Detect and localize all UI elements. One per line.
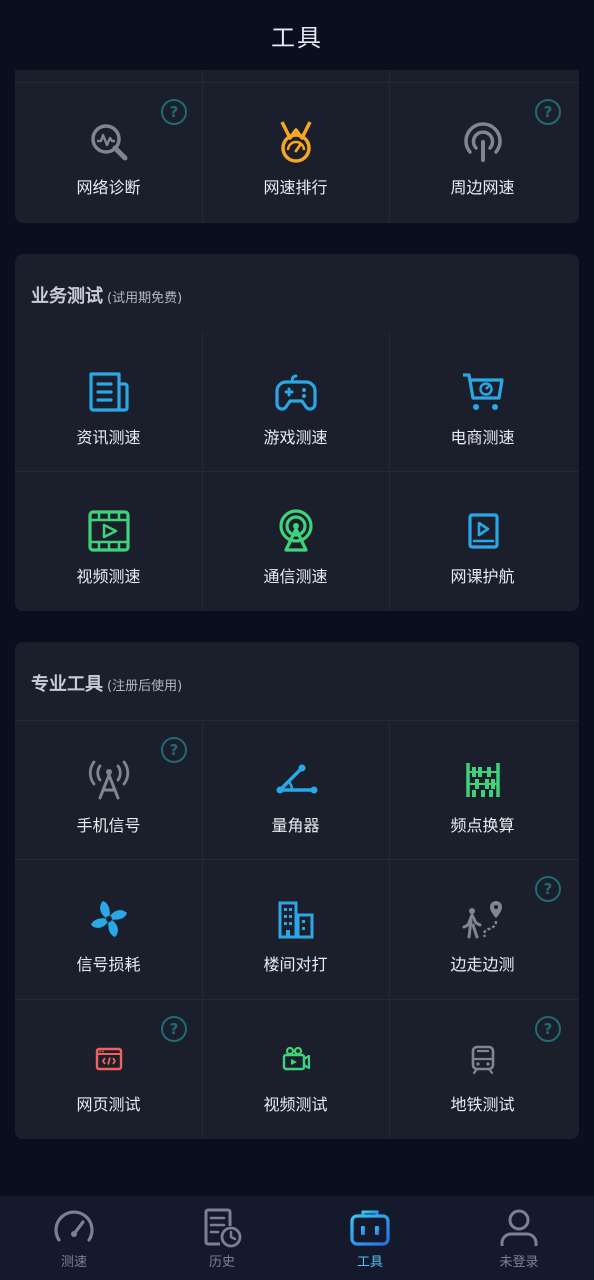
page-title: 工具 <box>271 24 323 52</box>
video-camera-icon <box>274 1037 318 1081</box>
tool-label: 视频测速 <box>76 567 141 586</box>
buildings-icon <box>274 897 318 941</box>
tool-phone-signal[interactable]: ? 手机信号 <box>15 720 202 859</box>
user-icon <box>497 1206 541 1250</box>
walking-route-icon <box>461 897 505 941</box>
tool-label: 网速排行 <box>263 178 328 197</box>
tab-label: 未登录 <box>499 1255 539 1270</box>
tool-protractor[interactable]: 量角器 <box>202 720 389 859</box>
tab-tools[interactable]: 工具 <box>296 1196 444 1280</box>
tab-label: 工具 <box>356 1255 383 1270</box>
tool-label: 边走边测 <box>450 955 515 974</box>
tool-label: 频点换算 <box>450 816 515 835</box>
help-icon[interactable]: ? <box>161 737 187 763</box>
help-icon[interactable]: ? <box>535 876 561 902</box>
tool-walk-test[interactable]: ? 边走边测 <box>389 859 576 998</box>
tool-label: 手机信号 <box>76 816 141 835</box>
abacus-icon <box>461 758 505 802</box>
network-diagnosis-icon <box>87 120 131 164</box>
tool-video-speed[interactable]: 视频测速 <box>15 471 202 610</box>
speed-medal-icon <box>274 120 318 164</box>
tool-signal-loss[interactable]: 信号损耗 <box>15 859 202 998</box>
tab-profile[interactable]: 未登录 <box>444 1196 594 1280</box>
section-subtitle: (注册后使用) <box>107 679 183 694</box>
tool-building-test[interactable]: 楼间对打 <box>202 859 389 998</box>
pro-tools-card: 专业工具 (注册后使用) ? 手机信号 量角器 频点换算 信号损耗 楼间对打 ?… <box>15 642 579 1139</box>
tool-news-speed[interactable]: 资讯测速 <box>15 332 202 471</box>
help-icon[interactable]: ? <box>161 99 187 125</box>
shopping-cart-icon <box>461 370 505 414</box>
tool-label: 量角器 <box>271 816 320 835</box>
tool-label: 电商测速 <box>450 428 515 447</box>
help-icon[interactable]: ? <box>535 1016 561 1042</box>
tool-speed-ranking[interactable]: 网速排行 <box>202 82 389 221</box>
section-title: 业务测试 <box>31 286 103 307</box>
tool-video-test[interactable]: 视频测试 <box>202 999 389 1138</box>
tool-game-speed[interactable]: 游戏测速 <box>202 332 389 471</box>
nearby-signal-icon <box>461 120 505 164</box>
section-header: 业务测试 (试用期免费) <box>31 282 183 307</box>
speedometer-icon <box>52 1206 96 1250</box>
tool-webpage-test[interactable]: ? 网页测试 <box>15 999 202 1138</box>
tool-label: 网络诊断 <box>76 178 141 197</box>
tool-label: 通信测速 <box>263 567 328 586</box>
news-icon <box>87 370 131 414</box>
tab-history[interactable]: 历史 <box>148 1196 296 1280</box>
tab-speed-test[interactable]: 测速 <box>0 1196 148 1280</box>
help-icon[interactable]: ? <box>535 99 561 125</box>
tool-ecommerce-speed[interactable]: 电商测速 <box>389 332 576 471</box>
tool-label: 网课护航 <box>450 567 515 586</box>
tool-label: 网页测试 <box>76 1095 141 1114</box>
top-bar: 工具 <box>0 0 594 70</box>
business-test-card: 业务测试 (试用期免费) 资讯测速 游戏测速 电商测速 视频测速 通信测速 网课… <box>15 254 579 611</box>
section-header: 专业工具 (注册后使用) <box>31 670 183 695</box>
history-doc-icon <box>200 1206 244 1250</box>
tab-label: 测速 <box>60 1255 87 1270</box>
top-tools-card: ? 网络诊断 网速排行 ? 周边网速 <box>15 68 579 223</box>
fan-icon <box>87 897 131 941</box>
antenna-icon <box>87 758 131 802</box>
subway-train-icon <box>461 1037 505 1081</box>
tool-label: 信号损耗 <box>76 955 141 974</box>
protractor-icon <box>274 758 318 802</box>
section-subtitle: (试用期免费) <box>107 291 183 306</box>
toolbox-icon <box>348 1206 392 1250</box>
tool-label: 楼间对打 <box>263 955 328 974</box>
tool-label: 游戏测速 <box>263 428 328 447</box>
film-icon <box>87 509 131 553</box>
tool-subway-test[interactable]: ? 地铁测试 <box>389 999 576 1138</box>
tool-communication-speed[interactable]: 通信测速 <box>202 471 389 610</box>
section-title: 专业工具 <box>31 674 103 695</box>
course-play-icon <box>461 509 505 553</box>
help-icon[interactable]: ? <box>161 1016 187 1042</box>
webpage-code-icon <box>87 1037 131 1081</box>
tool-label: 资讯测速 <box>76 428 141 447</box>
tool-online-course[interactable]: 网课护航 <box>389 471 576 610</box>
tower-icon <box>274 509 318 553</box>
tool-network-diagnosis[interactable]: ? 网络诊断 <box>15 82 202 221</box>
tool-label: 周边网速 <box>450 178 515 197</box>
gamepad-icon <box>274 370 318 414</box>
tool-label: 地铁测试 <box>450 1095 515 1114</box>
tab-label: 历史 <box>208 1255 235 1270</box>
tool-nearby-speed[interactable]: ? 周边网速 <box>389 82 576 221</box>
tool-frequency-convert[interactable]: 频点换算 <box>389 720 576 859</box>
bottom-tab-bar: 测速 历史 工具 未登录 <box>0 1196 594 1280</box>
tool-label: 视频测试 <box>263 1095 328 1114</box>
